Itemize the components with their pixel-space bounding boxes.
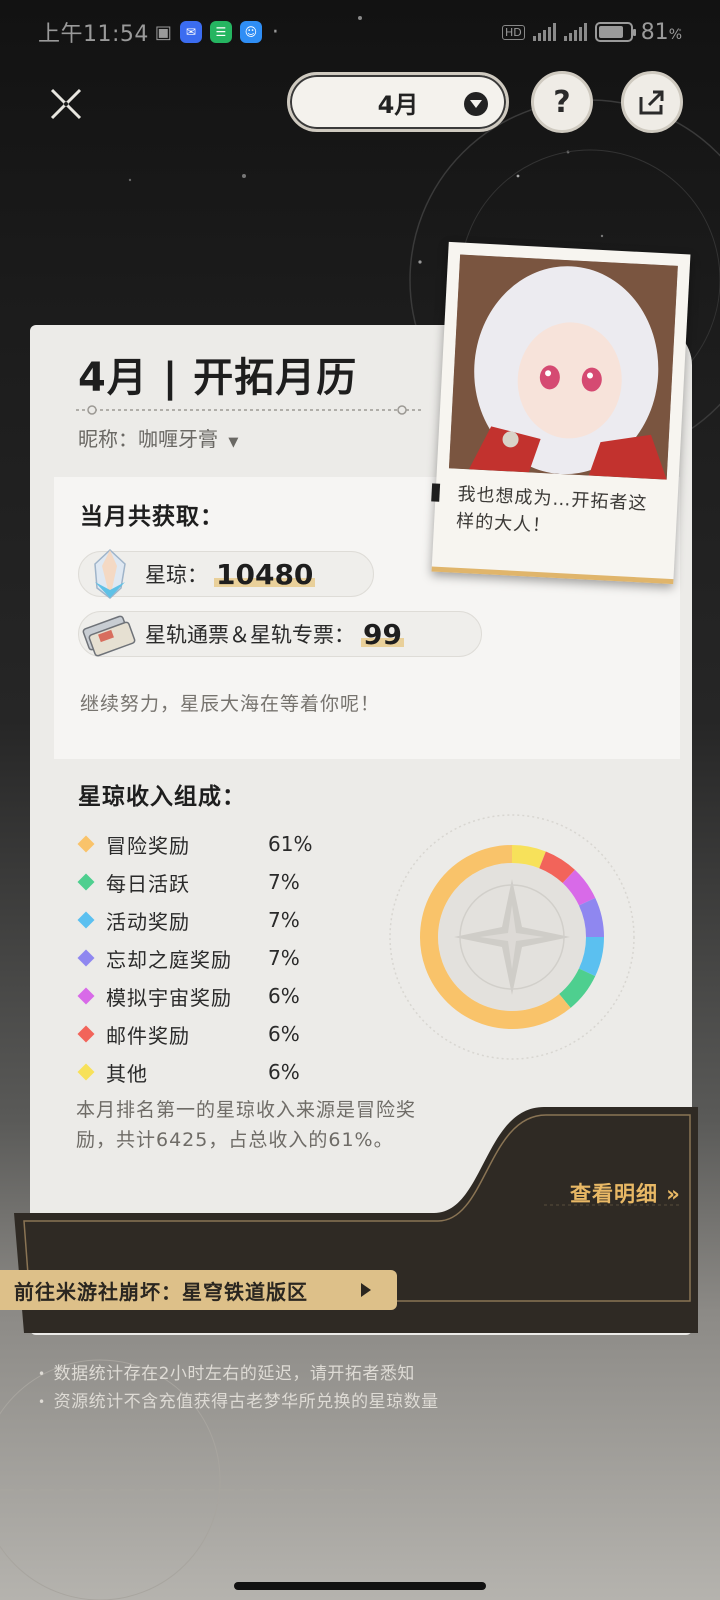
chevron-down-icon [464,92,488,116]
character-quote: 我也想成为…开拓者这样的大人！ [455,483,648,537]
community-link-button[interactable]: 前往米游社崩坏：星穹铁道版区 [0,1270,397,1310]
nickname-label: 昵称：咖喱牙膏 [78,427,218,451]
legend-percent: 7% [268,946,300,970]
pass-label: 星轨通票＆星轨专票： [145,623,355,647]
legend-diamond-icon [77,835,95,853]
close-icon [50,88,82,120]
status-bar: 上午11:54 ▣ ✉ ☰ ☺ · HD 81% [0,0,720,64]
signal-4g-icon [563,23,587,41]
footnotes: 数据统计存在2小时左右的延迟，请开拓者悉知 资源统计不含充值获得古老梦华所兑换的… [38,1360,439,1416]
character-portrait-icon [448,254,678,480]
legend-item: 忘却之庭奖励 7% [77,939,338,977]
legend-label: 模拟宇宙奖励 [106,985,232,1010]
screen-record-icon: ▣ [154,21,172,43]
close-button[interactable] [44,82,88,126]
battery-icon [594,22,636,42]
signal-5g-icon [532,23,556,41]
legend-item: 每日活跃 7% [77,863,338,901]
encouragement-text: 继续努力，星辰大海在等着你呢！ [80,693,381,715]
pass-value: 99 [361,617,404,651]
chat-app-icon: ☰ [209,21,232,43]
view-details-link[interactable]: 查看明细 » [570,1178,681,1208]
donut-slice-其他 [511,845,546,869]
legend-label: 其他 [106,1061,148,1086]
footnote-item: 资源统计不含充值获得古老梦华所兑换的星琼数量 [38,1388,439,1416]
pass-row: 星轨通票＆星轨专票： 99 [78,611,482,657]
title-divider [76,405,421,415]
character-polaroid: 我也想成为…开拓者这样的大人！ [431,241,691,585]
stellar-jade-row: 星琼： 10480 [78,548,374,599]
legend-percent: 6% [268,984,300,1008]
share-button[interactable] [621,71,683,133]
qq-app-icon: ☺ [239,21,262,43]
legend-label: 忘却之庭奖励 [106,947,232,972]
legend-diamond-icon [77,987,95,1005]
home-indicator[interactable] [234,1582,486,1590]
legend-diamond-icon [77,873,95,891]
donut-slice-活动奖励 [578,936,604,977]
status-time: 上午11:54 [38,22,149,47]
legend-label: 邮件奖励 [106,1023,190,1048]
legend-item: 模拟宇宙奖励 6% [77,977,338,1015]
legend-percent: 7% [268,908,300,932]
legend-percent: 6% [268,1022,300,1046]
stellar-jade-icon [94,548,126,599]
legend-diamond-icon [77,949,95,967]
footnote-item: 数据统计存在2小时左右的延迟，请开拓者悉知 [38,1360,439,1388]
stellar-jade-value: 10480 [214,557,316,591]
community-link-label: 前往米游社崩坏：星穹铁道版区 [14,1279,308,1304]
legend-item: 邮件奖励 6% [77,1015,338,1053]
legend-label: 活动奖励 [106,909,190,934]
play-arrow-icon [361,1283,371,1297]
caption-marker [431,483,441,502]
caret-down-icon: ▼ [228,435,239,450]
question-icon: ? [553,84,571,120]
legend-percent: 7% [268,870,300,894]
hd-badge: HD [501,24,525,40]
month-selector-label: 4月 [377,90,419,119]
legend-diamond-icon [77,1025,95,1043]
help-button[interactable]: ? [531,71,593,133]
character-photo [448,254,678,480]
legend-label: 每日活跃 [106,871,190,896]
earnings-heading: 当月共获取： [80,504,224,530]
legend-item: 冒险奖励 61% [77,825,338,863]
composition-legend: 冒险奖励 61% 每日活跃 7% 活动奖励 7% 忘却之庭奖励 7% 模拟宇宙奖励 6% 邮件奖励 6… [77,825,338,1091]
more-dot-icon: · [271,19,279,45]
legend-percent: 6% [268,1060,300,1084]
legend-diamond-icon [77,1063,95,1081]
nickname-selector[interactable]: 昵称：咖喱牙膏 ▼ [78,423,238,452]
donut-slice-忘却之庭奖励 [578,897,604,938]
legend-diamond-icon [77,911,95,929]
composition-heading: 星琼收入组成： [78,784,246,810]
message-app-icon: ✉ [179,21,202,43]
month-selector[interactable]: 4月 [287,72,509,132]
legend-percent: 61% [268,832,313,856]
share-icon [639,90,664,115]
star-rail-pass-icon [82,615,136,657]
legend-label: 冒险奖励 [106,833,190,858]
legend-item: 其他 6% [77,1053,338,1091]
stellar-jade-label: 星琼： [145,563,208,587]
income-donut-chart [389,814,635,1060]
page-title: 4月 | 开拓月历 [78,355,358,401]
battery-percent: 81% [640,19,682,45]
legend-item: 活动奖励 7% [77,901,338,939]
